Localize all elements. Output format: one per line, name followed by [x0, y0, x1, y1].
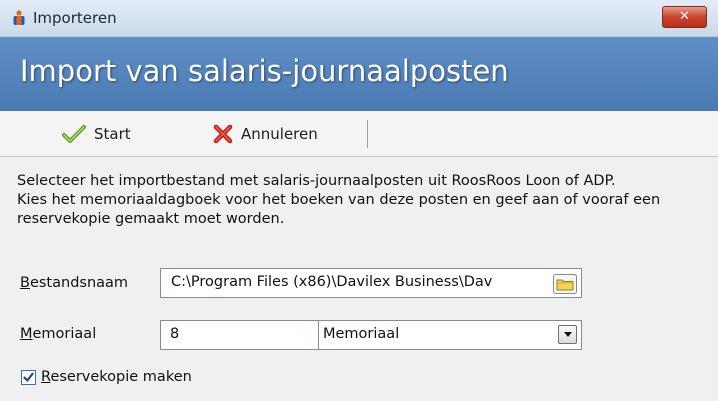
checkmark-icon [62, 124, 86, 143]
cancel-label: Annuleren [241, 124, 318, 143]
file-label-accesskey: B [20, 275, 30, 291]
backup-checkbox[interactable] [21, 370, 36, 385]
file-path-input[interactable]: C:\Program Files (x86)\Davilex Business\… [160, 268, 582, 298]
close-icon: ✕ [679, 9, 690, 24]
start-button[interactable]: Start [62, 111, 131, 156]
file-label-rest: estandsnaam [29, 275, 129, 291]
cancel-button[interactable]: Annuleren [213, 111, 318, 156]
header-banner: Import van salaris-journaalposten [0, 37, 718, 111]
backup-label-rest: eservekopie maken [50, 369, 192, 385]
memo-dropdown-button[interactable] [558, 325, 577, 344]
title-bar: Importeren ✕ [0, 0, 718, 37]
description-line-2: Kies het memoriaaldagboek voor het boeke… [17, 192, 661, 227]
app-logo-icon [13, 10, 25, 25]
page-title: Import van salaris-journaalposten [20, 54, 509, 88]
description-line-1: Selecteer het importbestand met salaris-… [17, 173, 616, 189]
checkmark-icon [23, 372, 34, 382]
red-x-icon [213, 124, 233, 143]
memo-label-accesskey: M [20, 326, 33, 342]
memo-label: Memoriaal [20, 326, 96, 342]
description-text: Selecteer het importbestand met salaris-… [17, 172, 687, 248]
close-button[interactable]: ✕ [662, 6, 707, 28]
toolbar-separator [367, 120, 368, 148]
start-label: Start [94, 124, 131, 143]
backup-label[interactable]: Reservekopie maken [41, 369, 192, 385]
window-title: Importeren [33, 9, 117, 27]
folder-browse-icon[interactable] [553, 274, 577, 294]
memo-number-input[interactable]: 8 [160, 320, 318, 350]
toolbar: Start Annuleren [0, 111, 718, 157]
file-label: Bestandsnaam [20, 275, 128, 291]
chevron-down-icon [564, 332, 572, 337]
memo-label-rest: emoriaal [32, 326, 97, 342]
memo-select[interactable]: Memoriaal [318, 320, 582, 350]
